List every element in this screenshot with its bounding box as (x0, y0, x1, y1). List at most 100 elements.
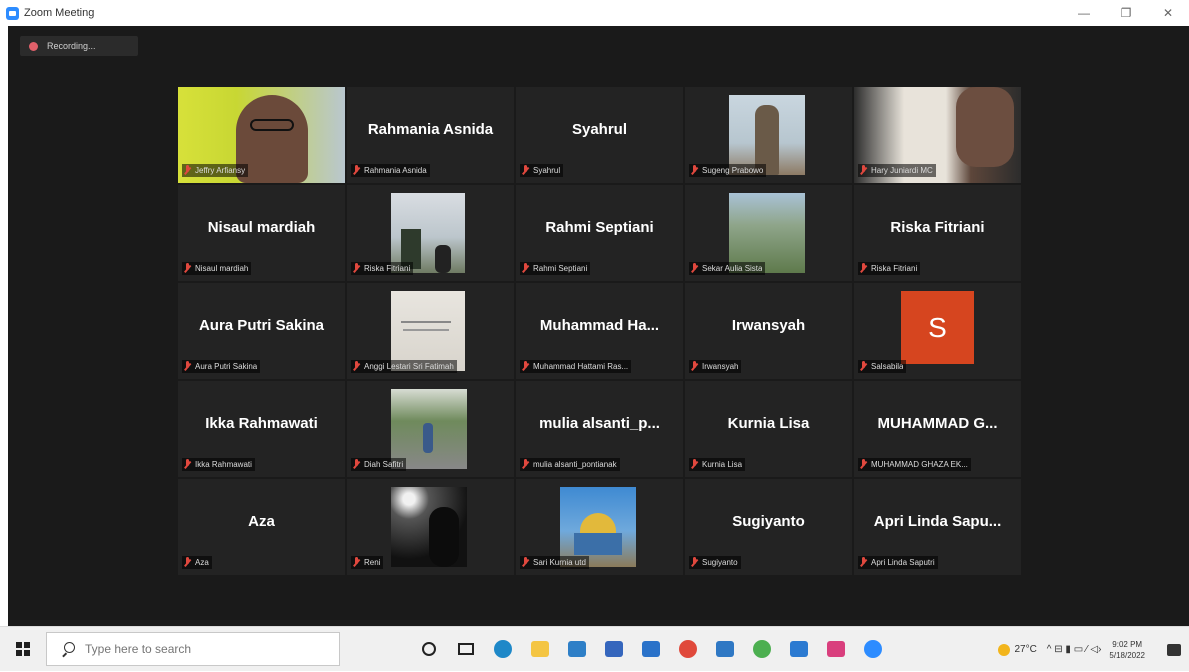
participant-name-label: Muhammad Hattami Ras... (533, 362, 629, 371)
participant-tile[interactable]: Syahrul Syahrul (516, 87, 683, 183)
participant-tile[interactable]: Rahmi Septiani Rahmi Septiani (516, 185, 683, 281)
word-icon[interactable] (599, 634, 629, 664)
notification-center-button[interactable] (1159, 627, 1189, 672)
participant-tile[interactable]: Sekar Aulia Sista (685, 185, 852, 281)
muted-mic-icon (522, 165, 529, 176)
participant-tile[interactable]: Sari Kurnia utd (516, 479, 683, 575)
participant-name-tag: Rahmania Asnida (351, 164, 430, 177)
recording-indicator[interactable]: Recording... (20, 36, 138, 56)
participant-display-name: MUHAMMAD G... (877, 415, 998, 432)
muted-mic-icon (691, 557, 698, 568)
cortana-icon[interactable] (414, 634, 444, 664)
muted-mic-icon (184, 459, 191, 470)
participant-name-label: Sekar Aulia Sista (702, 264, 763, 273)
participant-display-name: Aza (248, 513, 275, 530)
participant-name-label: Salsabila (871, 362, 904, 371)
participant-tile[interactable]: Irwansyah Irwansyah (685, 283, 852, 379)
muted-mic-icon (691, 459, 698, 470)
participant-display-name: Apri Linda Sapu... (873, 513, 1002, 530)
participant-tile[interactable]: Ikka Rahmawati Ikka Rahmawati (178, 381, 345, 477)
weather-widget[interactable]: 27°C (998, 643, 1037, 656)
participant-tile[interactable]: Aura Putri Sakina Aura Putri Sakina (178, 283, 345, 379)
store-icon[interactable] (562, 634, 592, 664)
participant-name-tag: Aura Putri Sakina (182, 360, 261, 373)
participant-tile[interactable]: Sugeng Prabowo (685, 87, 852, 183)
participant-tile[interactable]: Anggi Lestari Sri Fatimah (347, 283, 514, 379)
muted-mic-icon (691, 361, 698, 372)
participant-tile[interactable]: Apri Linda Sapu... Apri Linda Saputri (854, 479, 1021, 575)
participant-name-tag: Syahrul (520, 164, 564, 177)
muted-mic-icon (353, 459, 360, 470)
photos-icon[interactable] (784, 634, 814, 664)
muted-mic-icon (522, 263, 529, 274)
windows-taskbar: 27°C ^ ⊟ ▮ ▭ ⁄ ◁› 9:02 PM 5/18/2022 (0, 626, 1189, 671)
muted-mic-icon (184, 263, 191, 274)
taskbar-search[interactable] (46, 632, 340, 666)
participant-avatar: S (901, 291, 974, 364)
participant-tile[interactable]: Riska Fitriani (347, 185, 514, 281)
tray-icons[interactable]: ^ ⊟ ▮ ▭ ⁄ ◁› (1047, 644, 1102, 655)
participant-tile[interactable]: Reni (347, 479, 514, 575)
muted-mic-icon (522, 459, 529, 470)
participant-name-tag: Aza (182, 556, 212, 569)
participant-display-name: Ikka Rahmawati (205, 415, 318, 432)
muted-mic-icon (353, 263, 360, 274)
participant-name-tag: mulia alsanti_pontianak (520, 458, 620, 471)
clock-date: 5/18/2022 (1109, 650, 1145, 660)
media-app-icon[interactable] (673, 634, 703, 664)
close-button[interactable]: ✕ (1147, 0, 1189, 26)
taskbar-apps (414, 634, 895, 664)
edge-icon[interactable] (488, 634, 518, 664)
participant-tile[interactable]: Rahmania Asnida Rahmania Asnida (347, 87, 514, 183)
participant-name-tag: Sugiyanto (689, 556, 741, 569)
muted-mic-icon (522, 361, 529, 372)
participant-tile[interactable]: Kurnia Lisa Kurnia Lisa (685, 381, 852, 477)
participant-tile[interactable]: S Salsabila (854, 283, 1021, 379)
chrome-icon[interactable] (747, 634, 777, 664)
participant-tile[interactable]: Muhammad Ha... Muhammad Hattami Ras... (516, 283, 683, 379)
participant-video (391, 487, 467, 567)
muted-mic-icon (691, 263, 698, 274)
task-view-icon[interactable] (451, 634, 481, 664)
participant-name-tag: Reni (351, 556, 384, 569)
participant-tile[interactable]: Jeffry Arfiansy (178, 87, 345, 183)
participant-tile[interactable]: mulia alsanti_p... mulia alsanti_pontiana… (516, 381, 683, 477)
participant-name-tag: Kurnia Lisa (689, 458, 746, 471)
mail-icon[interactable] (636, 634, 666, 664)
recorder-app-icon[interactable] (821, 634, 851, 664)
participant-tile[interactable]: Aza Aza (178, 479, 345, 575)
window-controls: — ❐ ✕ (1063, 0, 1189, 26)
muted-mic-icon (860, 263, 867, 274)
muted-mic-icon (353, 165, 360, 176)
file-explorer-icon[interactable] (525, 634, 555, 664)
participant-name-label: Rahmi Septiani (533, 264, 588, 273)
participant-video (729, 193, 805, 273)
participant-name-tag: Riska Fitriani (858, 262, 921, 275)
teams-app-icon[interactable] (710, 634, 740, 664)
restore-button[interactable]: ❐ (1105, 0, 1147, 26)
participant-name-tag: Sekar Aulia Sista (689, 262, 766, 275)
participant-tile[interactable]: Diah Safitri (347, 381, 514, 477)
participant-name-label: Sari Kurnia utd (533, 558, 586, 567)
participant-name-tag: Irwansyah (689, 360, 742, 373)
muted-mic-icon (860, 361, 867, 372)
participant-video (729, 95, 805, 175)
participant-tile[interactable]: Riska Fitriani Riska Fitriani (854, 185, 1021, 281)
minimize-button[interactable]: — (1063, 0, 1105, 26)
start-button[interactable] (0, 627, 46, 672)
muted-mic-icon (860, 557, 867, 568)
participant-video (391, 193, 465, 273)
participant-display-name: Irwansyah (731, 317, 806, 334)
participant-name-label: mulia alsanti_pontianak (533, 460, 617, 469)
participant-tile[interactable]: MUHAMMAD G... MUHAMMAD GHAZA EK... (854, 381, 1021, 477)
participant-tile[interactable]: Sugiyanto Sugiyanto (685, 479, 852, 575)
muted-mic-icon (184, 557, 191, 568)
participant-tile[interactable]: Hary Juniardi MC (854, 87, 1021, 183)
zoom-taskbar-icon[interactable] (858, 634, 888, 664)
clock[interactable]: 9:02 PM 5/18/2022 (1109, 639, 1145, 661)
search-input[interactable] (85, 642, 325, 656)
muted-mic-icon (691, 165, 698, 176)
participant-tile[interactable]: Nisaul mardiah Nisaul mardiah (178, 185, 345, 281)
participant-display-name: Aura Putri Sakina (198, 317, 325, 334)
muted-mic-icon (353, 361, 360, 372)
